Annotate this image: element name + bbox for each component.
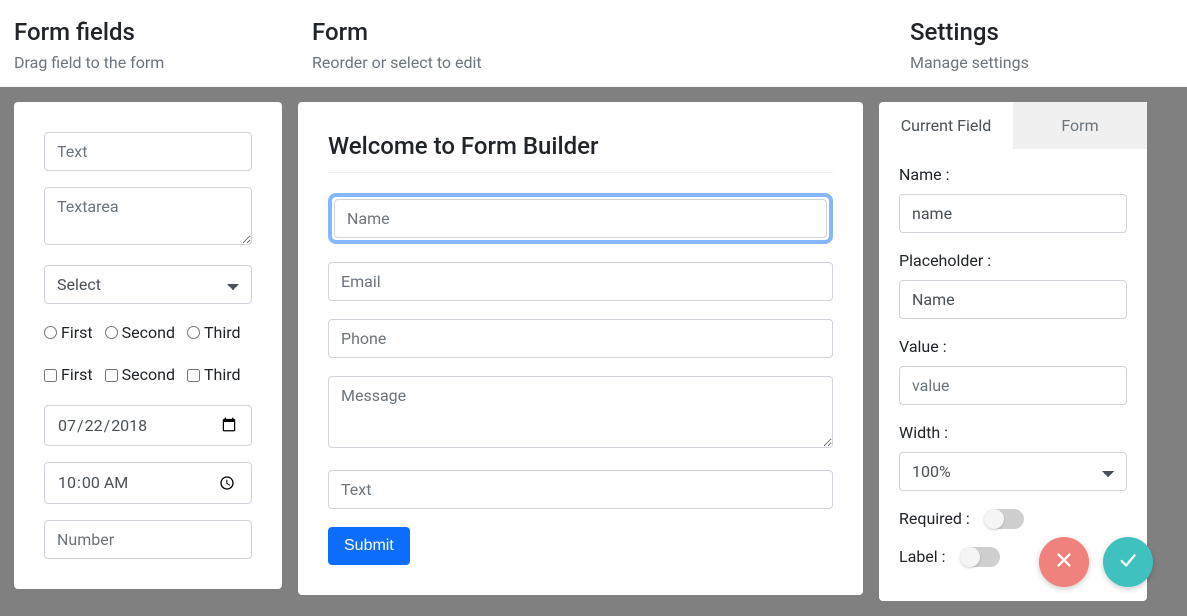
checkbox-label: Third — [204, 362, 241, 388]
setting-name-label: Name : — [899, 165, 1127, 184]
palette-number-field[interactable] — [44, 520, 252, 559]
form-title: Welcome to Form Builder — [328, 132, 833, 160]
setting-placeholder-label: Placeholder : — [899, 251, 1127, 270]
form-name-field[interactable] — [334, 199, 827, 238]
header-subtitle: Reorder or select to edit — [312, 53, 910, 72]
divider — [328, 172, 833, 173]
palette-radio-option[interactable]: Second — [105, 320, 175, 346]
header-col-form: Form Reorder or select to edit — [312, 18, 910, 72]
header-col-fields: Form fields Drag field to the form — [14, 18, 312, 72]
cancel-button[interactable] — [1039, 537, 1089, 587]
header-col-settings: Settings Manage settings — [910, 18, 1173, 72]
tab-current-field[interactable]: Current Field — [879, 102, 1013, 149]
setting-label-label: Label : — [899, 547, 946, 566]
setting-value-input[interactable] — [899, 366, 1127, 405]
palette-radio-group: First Second Third — [44, 320, 252, 346]
checkbox-input[interactable] — [44, 369, 57, 382]
fields-panel: Select First Second Third First Second T… — [14, 102, 282, 590]
palette-time-field[interactable] — [44, 462, 252, 505]
form-email-field[interactable] — [328, 262, 833, 301]
setting-placeholder-input[interactable] — [899, 280, 1127, 319]
form-phone-field[interactable] — [328, 319, 833, 358]
accept-button[interactable] — [1103, 537, 1153, 587]
palette-text-field[interactable] — [44, 132, 252, 171]
radio-input[interactable] — [105, 326, 118, 339]
radio-label: Third — [204, 320, 241, 346]
check-icon — [1117, 549, 1139, 575]
submit-button[interactable]: Submit — [328, 527, 410, 565]
setting-name-input[interactable] — [899, 194, 1127, 233]
radio-input[interactable] — [44, 326, 57, 339]
setting-required-toggle[interactable] — [984, 509, 1024, 529]
form-field-selected[interactable] — [328, 193, 833, 244]
setting-label-toggle[interactable] — [960, 547, 1000, 567]
palette-checkbox-option[interactable]: Third — [187, 362, 241, 388]
checkbox-input[interactable] — [105, 369, 118, 382]
header-subtitle: Manage settings — [910, 53, 1173, 72]
radio-label: First — [61, 320, 93, 346]
palette-radio-option[interactable]: First — [44, 320, 93, 346]
checkbox-label: Second — [122, 362, 175, 388]
palette-checkbox-group: First Second Third — [44, 362, 252, 388]
header: Form fields Drag field to the form Form … — [0, 0, 1187, 87]
checkbox-input[interactable] — [187, 369, 200, 382]
setting-width-label: Width : — [899, 423, 1127, 442]
settings-panel: Current Field Form Name : Placeholder : … — [879, 102, 1147, 601]
header-title: Settings — [910, 18, 1173, 47]
form-message-field[interactable] — [328, 376, 833, 448]
setting-width-select[interactable]: 100% — [899, 452, 1127, 491]
setting-required-label: Required : — [899, 509, 970, 528]
palette-checkbox-option[interactable]: Second — [105, 362, 175, 388]
form-canvas: Welcome to Form Builder Submit — [298, 102, 863, 595]
palette-radio-option[interactable]: Third — [187, 320, 241, 346]
radio-input[interactable] — [187, 326, 200, 339]
checkbox-label: First — [61, 362, 93, 388]
palette-date-field[interactable] — [44, 405, 252, 446]
palette-textarea-field[interactable] — [44, 187, 252, 245]
main: Select First Second Third First Second T… — [0, 87, 1187, 616]
settings-tabs: Current Field Form — [879, 102, 1147, 149]
header-title: Form — [312, 18, 910, 47]
radio-label: Second — [122, 320, 175, 346]
palette-checkbox-option[interactable]: First — [44, 362, 93, 388]
tab-form[interactable]: Form — [1013, 102, 1147, 149]
form-text-field[interactable] — [328, 470, 833, 509]
close-icon — [1053, 549, 1075, 575]
header-subtitle: Drag field to the form — [14, 53, 312, 72]
header-title: Form fields — [14, 18, 312, 47]
setting-value-label: Value : — [899, 337, 1127, 356]
palette-select-field[interactable]: Select — [44, 265, 252, 304]
